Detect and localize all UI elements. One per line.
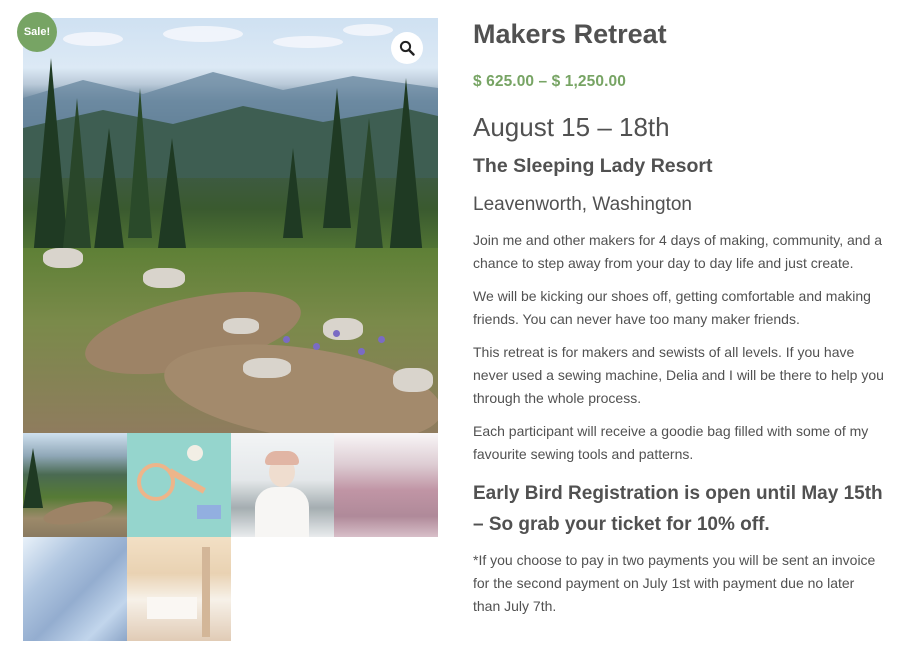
event-venue: The Sleeping Lady Resort [473, 155, 713, 177]
product-description: Join me and other makers for 4 days of m… [473, 229, 885, 618]
description-paragraph: This retreat is for makers and sewists o… [473, 344, 884, 406]
description-paragraph: We will be kicking our shoes off, gettin… [473, 288, 871, 327]
thumb-portrait[interactable] [230, 433, 335, 537]
event-location: Leavenworth, Washington [473, 194, 692, 215]
main-product-image[interactable] [23, 18, 438, 433]
thumb-mountain-trail[interactable] [23, 433, 127, 537]
product-title: Makers Retreat [473, 19, 667, 49]
description-paragraph: Each participant will receive a goodie b… [473, 423, 869, 462]
thumb-blue-fabric[interactable] [23, 536, 127, 641]
thumbnail-grid [23, 433, 438, 641]
price-range: $ 625.00 – $ 1,250.00 [473, 73, 626, 90]
product-summary: Makers Retreat $ 625.00 – $ 1,250.00 Aug… [473, 18, 885, 618]
event-dates: August 15 – 18th [473, 112, 670, 142]
description-paragraph: Join me and other makers for 4 days of m… [473, 232, 883, 271]
payment-footnote: *If you choose to pay in two payments yo… [473, 552, 876, 614]
product-gallery: Sale! [17, 12, 438, 641]
thumb-cabin-room[interactable] [126, 536, 231, 641]
thumb-sewing-tools[interactable] [126, 433, 231, 537]
magnifying-glass-icon [399, 40, 415, 56]
thumb-knit-fabric[interactable] [334, 433, 438, 537]
sale-badge: Sale! [17, 12, 57, 52]
zoom-button[interactable] [391, 32, 423, 64]
early-bird-notice: Early Bird Registration is open until Ma… [473, 483, 883, 535]
